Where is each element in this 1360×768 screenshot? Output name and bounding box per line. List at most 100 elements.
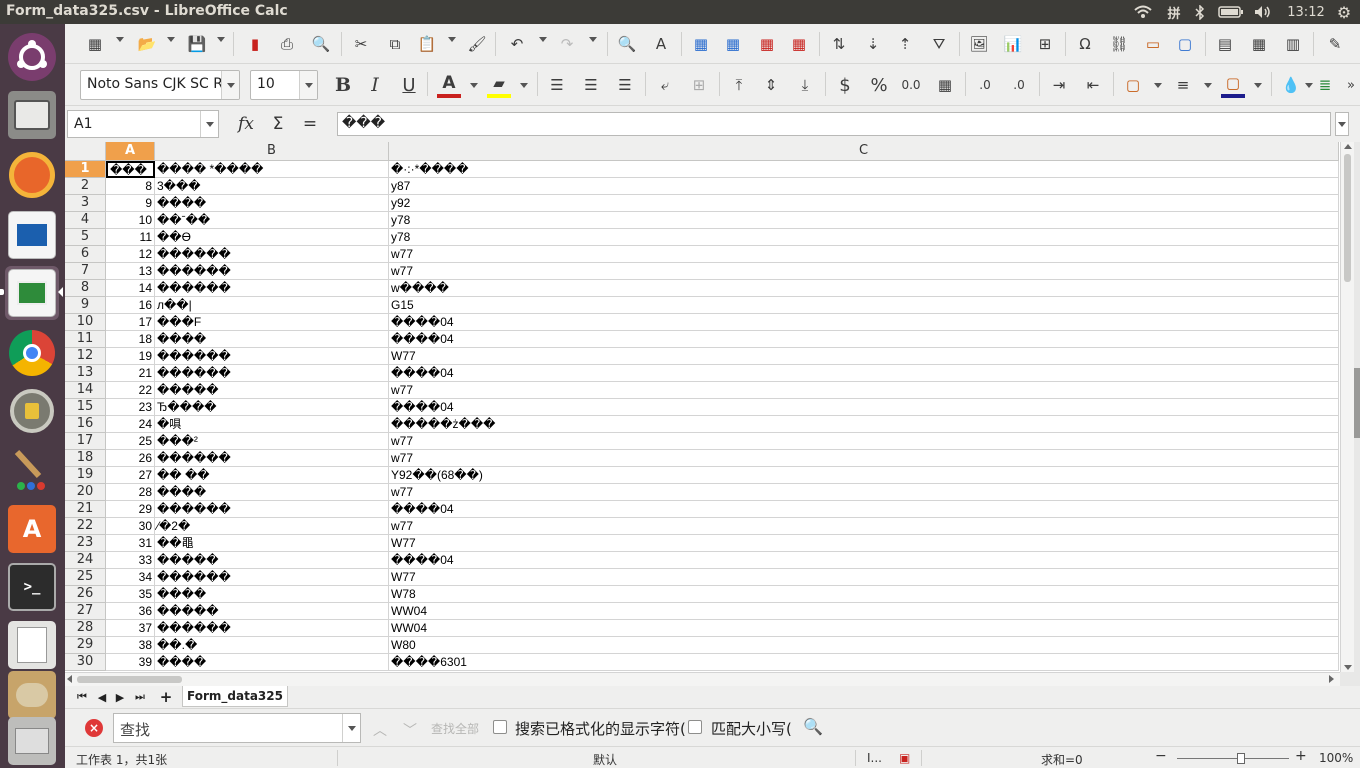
cell-b[interactable]: ������	[155, 246, 389, 263]
cell-a[interactable]: 21	[106, 365, 155, 382]
spelling-icon[interactable]: A	[649, 32, 673, 56]
freeze-rows-columns-icon[interactable]: ▦	[1247, 32, 1271, 56]
cell-b[interactable]: ����	[155, 195, 389, 212]
scroll-left-arrow[interactable]	[67, 675, 72, 683]
cell-c[interactable]: W77	[389, 348, 1339, 365]
hyperlink-icon[interactable]: ⛓	[1107, 32, 1131, 56]
cell-b[interactable]: ��ˉ��	[155, 212, 389, 229]
font-color-icon[interactable]: A	[437, 71, 461, 95]
cell-a[interactable]: 37	[106, 620, 155, 637]
scroll-up-arrow[interactable]	[1344, 144, 1352, 149]
column-header[interactable]: A	[106, 142, 155, 161]
cell-b[interactable]: ������	[155, 280, 389, 297]
cell-a[interactable]: 35	[106, 586, 155, 603]
settings-gear-icon[interactable]: ⚙	[1334, 3, 1354, 22]
font-name-combo[interactable]: Noto Sans CJK SC R	[80, 70, 240, 100]
print-preview-icon[interactable]: 🔍	[309, 32, 333, 56]
show-draw-functions-icon[interactable]: ✎	[1323, 32, 1347, 56]
formula-input[interactable]: ���	[337, 112, 1331, 136]
horizontal-scroll-thumb[interactable]	[77, 676, 182, 683]
cell-c[interactable]: ����04	[389, 552, 1339, 569]
calc-icon[interactable]	[5, 266, 59, 320]
save-dropdown-arrow[interactable]	[217, 37, 225, 42]
cell-a[interactable]: 24	[106, 416, 155, 433]
row-header[interactable]: 15	[65, 399, 106, 416]
cell-c[interactable]: w77	[389, 484, 1339, 501]
delete-decimal-icon[interactable]: .0	[1007, 73, 1031, 97]
undo-dropdown-arrow[interactable]	[539, 37, 547, 42]
cell-b[interactable]: ��.�	[155, 637, 389, 654]
row-header[interactable]: 19	[65, 467, 106, 484]
input-method-indicator[interactable]: 拼	[1164, 3, 1184, 22]
cell-a[interactable]: 25	[106, 433, 155, 450]
font-size-combo[interactable]: 10	[250, 70, 318, 100]
cell-a[interactable]: 29	[106, 501, 155, 518]
firefox-icon[interactable]	[5, 148, 59, 202]
new-dropdown-arrow[interactable]	[116, 37, 124, 42]
cell-a[interactable]: 23	[106, 399, 155, 416]
formatted-display-checkbox[interactable]	[493, 720, 507, 734]
row-header[interactable]: 20	[65, 484, 106, 501]
open-dropdown-arrow[interactable]	[167, 37, 175, 42]
align-bottom-icon[interactable]: ⤓	[793, 73, 817, 97]
row-header[interactable]: 24	[65, 552, 106, 569]
italic-icon[interactable]: I	[363, 73, 387, 97]
cell-a[interactable]: ���	[106, 161, 155, 178]
previous-sheet-icon[interactable]: ◀	[95, 689, 109, 705]
cell-c[interactable]: y78	[389, 212, 1339, 229]
bluetooth-icon[interactable]	[1192, 3, 1208, 21]
currency-format-icon[interactable]: $	[833, 73, 857, 97]
borders-icon[interactable]: ▢	[1121, 73, 1145, 97]
insert-chart-icon[interactable]: 📊	[1001, 32, 1025, 56]
cell-c[interactable]: �����ż���	[389, 416, 1339, 433]
last-sheet-icon[interactable]: ⏭	[133, 689, 147, 705]
add-sheet-icon[interactable]: +	[159, 688, 173, 706]
cell-a[interactable]: 34	[106, 569, 155, 586]
cell-b[interactable]: ������	[155, 365, 389, 382]
zoom-slider[interactable]	[1177, 758, 1289, 759]
wifi-icon[interactable]	[1132, 3, 1154, 21]
cell-b[interactable]: ������	[155, 348, 389, 365]
cell-a[interactable]: 14	[106, 280, 155, 297]
sheet-tab-form-data325[interactable]: Form_data325	[182, 686, 288, 707]
horizontal-scrollbar[interactable]	[65, 672, 1340, 686]
cell-b[interactable]: ������	[155, 450, 389, 467]
border-color-icon[interactable]: ▢	[1221, 71, 1245, 95]
zoom-slider-knob[interactable]	[1237, 753, 1245, 764]
row-header[interactable]: 9	[65, 297, 106, 314]
scroll-down-arrow[interactable]	[1344, 665, 1352, 670]
underline-icon[interactable]: U	[397, 73, 421, 97]
highlight-color-icon[interactable]: ▰	[487, 71, 511, 95]
ubuntu-dash-icon[interactable]	[5, 30, 59, 84]
cell-b[interactable]: �����	[155, 552, 389, 569]
cell-b[interactable]: ���²	[155, 433, 389, 450]
cell-b[interactable]: л��|	[155, 297, 389, 314]
print-icon[interactable]: ⎙	[275, 32, 299, 56]
align-left-icon[interactable]: ☰	[545, 73, 569, 97]
cell-a[interactable]: 36	[106, 603, 155, 620]
conditional-dropdown-arrow[interactable]	[1305, 83, 1313, 88]
row-header[interactable]: 29	[65, 637, 106, 654]
cell-a[interactable]: 11	[106, 229, 155, 246]
font-color-dropdown-arrow[interactable]	[470, 83, 478, 88]
cell-b[interactable]: �� ��	[155, 467, 389, 484]
cell-c[interactable]: w����	[389, 280, 1339, 297]
row-header[interactable]: 4	[65, 212, 106, 229]
row-header[interactable]: 17	[65, 433, 106, 450]
cut-icon[interactable]: ✂	[349, 32, 373, 56]
zoom-level[interactable]: 100%	[1319, 751, 1353, 765]
cell-c[interactable]: y78	[389, 229, 1339, 246]
wrap-text-icon[interactable]: ⤶	[653, 73, 677, 97]
cell-b[interactable]: Ђ����	[155, 399, 389, 416]
row-header[interactable]: 22	[65, 518, 106, 535]
increase-indent-icon[interactable]: ⇥	[1047, 73, 1071, 97]
cell-b[interactable]: ������	[155, 620, 389, 637]
highlight-dropdown-arrow[interactable]	[520, 83, 528, 88]
row-header[interactable]: 1	[65, 161, 106, 178]
cell-a[interactable]: 16	[106, 297, 155, 314]
border-style-icon[interactable]: ≡	[1171, 73, 1195, 97]
cell-a[interactable]: 19	[106, 348, 155, 365]
files-icon[interactable]	[5, 88, 59, 142]
sort-icon[interactable]: ⇅	[827, 32, 851, 56]
page-style[interactable]: 默认	[593, 751, 617, 768]
